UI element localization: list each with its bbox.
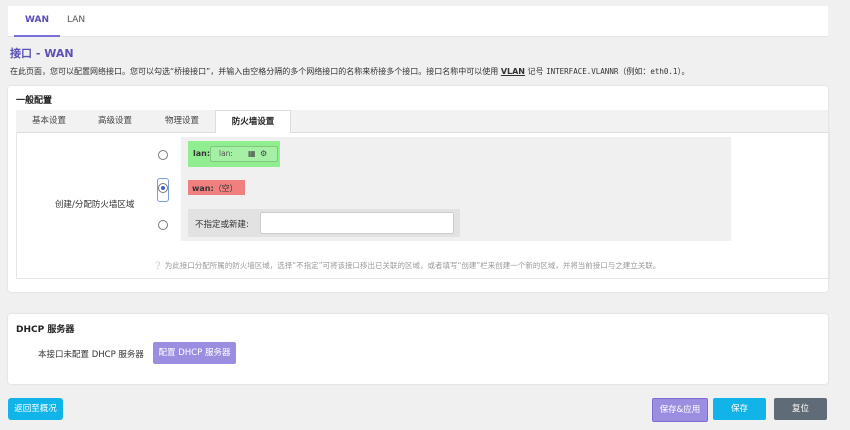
- radio-zone-new[interactable]: [158, 220, 168, 230]
- firewall-zone-label: 创建/分配防火墙区域: [55, 200, 135, 210]
- zone-wan-empty: （空）: [213, 184, 238, 193]
- description-text-3: （例如：: [618, 67, 651, 76]
- interface-tabs: WAN LAN: [8, 6, 828, 37]
- page-title: 接口 - WAN: [10, 47, 74, 60]
- subtab-basic[interactable]: 基本设置: [16, 110, 82, 132]
- dhcp-status-text: 本接口未配置 DHCP 服务器: [38, 350, 144, 360]
- configure-dhcp-button[interactable]: 配置 DHCP 服务器: [153, 342, 236, 364]
- save-button[interactable]: 保存: [713, 398, 766, 420]
- subtab-firewall[interactable]: 防火墙设置: [215, 110, 291, 133]
- help-icon: ❔: [153, 261, 163, 270]
- zone-wan-option[interactable]: wan:（空）: [188, 180, 245, 195]
- zone-lan-network-chip: lan: ▦ ⚙: [210, 146, 278, 162]
- config-subtabs: 基本设置 高级设置 物理设置 防火墙设置: [16, 110, 828, 133]
- zone-wan-name: wan:（空）: [192, 183, 238, 194]
- zone-lan-option[interactable]: lan: lan: ▦ ⚙: [188, 141, 280, 167]
- subtab-advanced[interactable]: 高级设置: [82, 110, 148, 132]
- description-text-2: 记号: [525, 67, 547, 76]
- wireless-icon: ⚙: [260, 149, 268, 158]
- description-text: 在此页面，您可以配置网络接口。您可以勾选“桥接接口”，并输入由空格分隔的多个网络…: [10, 67, 501, 76]
- save-apply-button[interactable]: 保存&应用: [652, 398, 708, 422]
- reset-button[interactable]: 复位: [774, 398, 827, 420]
- zone-lan-chip-label: lan:: [219, 149, 233, 158]
- zone-new-input[interactable]: [260, 212, 454, 234]
- vlan-link[interactable]: VLAN: [501, 67, 525, 76]
- zone-wan-label: wan:: [192, 184, 214, 193]
- general-section-title: 一般配置: [16, 96, 53, 106]
- tab-lan[interactable]: LAN: [61, 6, 91, 35]
- tab-wan[interactable]: WAN: [14, 6, 60, 37]
- page-description: 在此页面，您可以配置网络接口。您可以勾选“桥接接口”，并输入由空格分隔的多个网络…: [10, 66, 689, 77]
- dhcp-section-title: DHCP 服务器: [16, 325, 75, 335]
- zone-hint-text: 为此接口分配所属的防火墙区域，选择“不指定”可将该接口移出已关联的区域，或者填写…: [164, 261, 661, 270]
- radio-zone-wan[interactable]: [158, 183, 168, 193]
- back-to-overview-button[interactable]: 返回至概况: [8, 398, 63, 420]
- zone-hint: ❔ 为此接口分配所属的防火墙区域，选择“不指定”可将该接口移出已关联的区域，或者…: [153, 260, 660, 271]
- zone-new-label: 不指定或新建:: [195, 220, 249, 230]
- switch-icon: ▦: [248, 149, 256, 158]
- radio-zone-lan[interactable]: [158, 150, 168, 160]
- description-text-4: ）。: [677, 67, 690, 76]
- vlan-notation: INTERFACE.VLANNR: [546, 67, 619, 76]
- subtab-physical[interactable]: 物理设置: [149, 110, 215, 132]
- example-interface: eth0.1: [650, 67, 678, 76]
- zone-lan-name: lan:: [193, 149, 211, 158]
- zone-new-option: 不指定或新建:: [188, 209, 460, 237]
